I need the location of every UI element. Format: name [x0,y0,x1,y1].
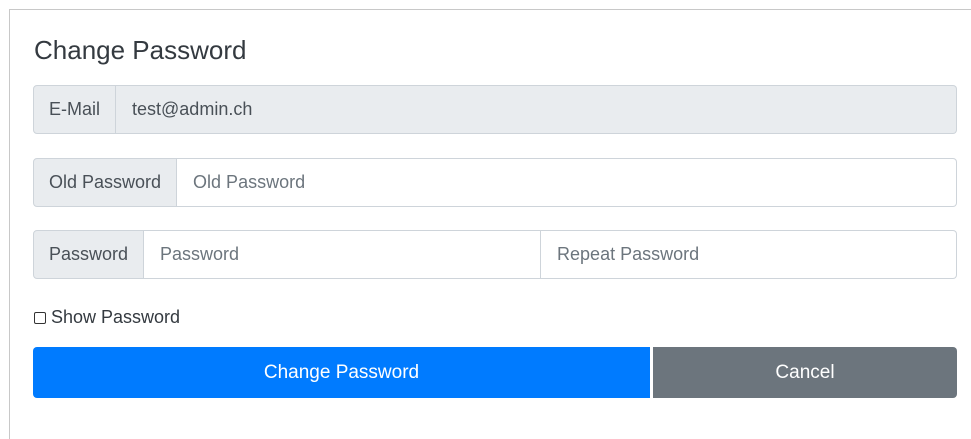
old-password-input[interactable] [177,158,957,207]
old-password-label: Old Password [33,158,178,207]
email-input-group: E-Mail test@admin.ch [33,85,957,134]
password-label: Password [33,230,145,279]
change-password-button[interactable]: Change Password [33,347,650,398]
password-input[interactable] [144,230,542,279]
new-password-input-group: Password [33,230,957,279]
cancel-button[interactable]: Cancel [653,347,957,398]
email-label: E-Mail [33,85,117,134]
page-title: Change Password [34,35,247,65]
show-password-toggle[interactable]: Show Password [34,307,180,328]
change-password-panel: Change Password E-Mail test@admin.ch Old… [9,9,971,439]
old-password-input-group: Old Password [33,158,957,207]
show-password-checkbox[interactable] [34,311,46,324]
show-password-label: Show Password [51,307,181,327]
repeat-password-input[interactable] [541,230,957,279]
email-field: test@admin.ch [116,85,957,134]
